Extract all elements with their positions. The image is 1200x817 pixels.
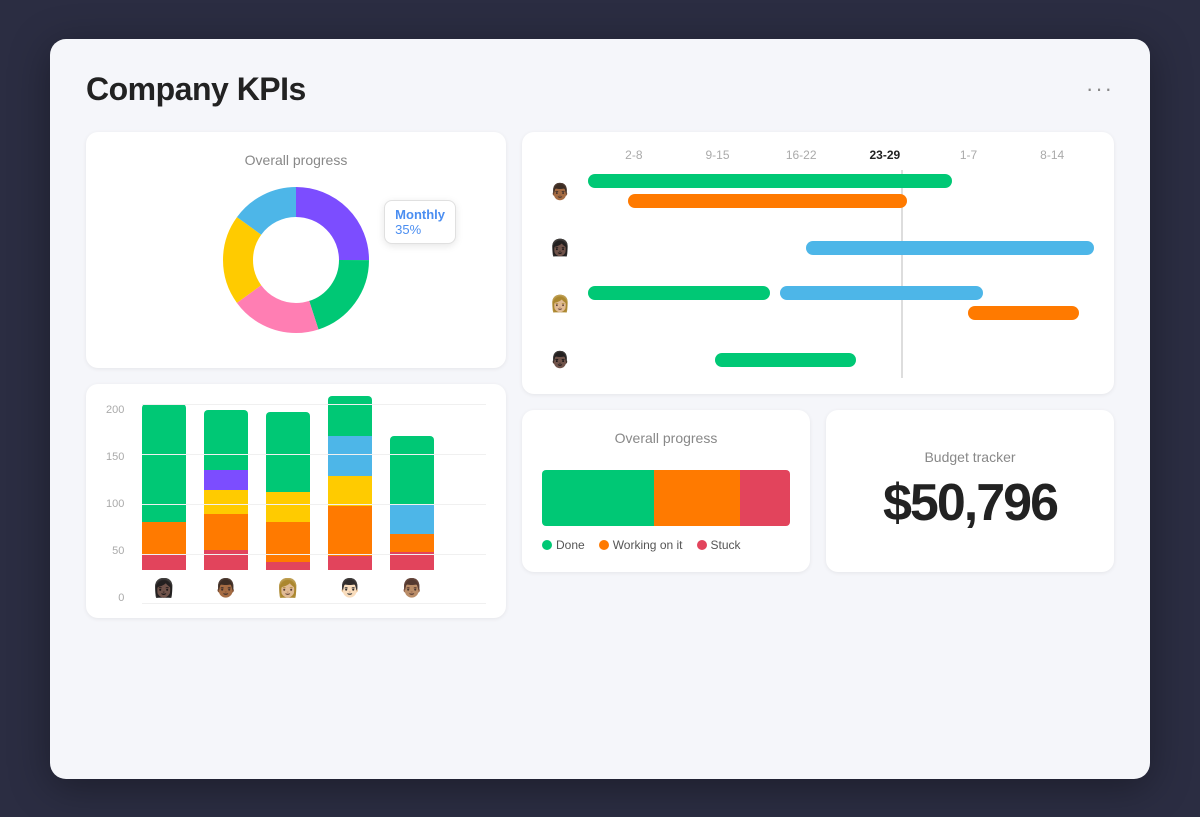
working-dot [599, 540, 609, 550]
dashboard-frame: Company KPIs ··· Overall progress [50, 39, 1150, 779]
avatar: 👨🏻 [335, 574, 365, 604]
legend-item-working: Working on it [599, 538, 683, 552]
bar-stack [204, 410, 248, 570]
y-axis: 200 150 100 50 0 [106, 404, 130, 604]
bar-stack [390, 436, 434, 570]
bar-group: 👩🏼 [266, 412, 310, 604]
budget-card: Budget tracker $50,796 [826, 410, 1114, 572]
bottom-grid: Overall progress Done Working o [522, 410, 1114, 572]
legend-item-stuck: Stuck [697, 538, 741, 552]
bar-stack [266, 412, 310, 570]
bar-stack [328, 396, 372, 570]
gantt-avatar: 👩🏼 [542, 286, 578, 322]
main-grid: Overall progress [86, 132, 1114, 634]
bar-group: 👩🏿 [142, 404, 186, 604]
bar-group: 👨🏽 [390, 436, 434, 604]
gantt-avatar: 👩🏿 [542, 230, 578, 266]
progress-title: Overall progress [542, 430, 790, 446]
avatar: 👨🏾 [211, 574, 241, 604]
progress-card: Overall progress Done Working o [522, 410, 810, 572]
donut-title: Overall progress [245, 152, 348, 168]
gantt-row: 👨🏾 [542, 170, 1094, 214]
budget-value: $50,796 [883, 473, 1057, 533]
stuck-dot [697, 540, 707, 550]
gantt-card: 2-8 9-15 16-22 23-29 1-7 8-14 👨🏾 [522, 132, 1114, 394]
tooltip-value: 35% [395, 222, 445, 237]
donut-card: Overall progress [86, 132, 506, 368]
avatar: 👩🏼 [273, 574, 303, 604]
legend-item-done: Done [542, 538, 585, 552]
tooltip-label: Monthly [395, 207, 445, 222]
bar-chart-card: 200 150 100 50 0 [86, 384, 506, 618]
bar-stack [142, 404, 186, 570]
gantt-row: 👩🏿 [542, 230, 1094, 266]
gantt-avatar: 👨🏿 [542, 342, 578, 378]
legend: Done Working on it Stuck [542, 538, 790, 552]
avatar: 👩🏿 [149, 574, 179, 604]
more-options-button[interactable]: ··· [1086, 76, 1114, 102]
bar-chart-area: 200 150 100 50 0 [106, 404, 486, 604]
donut-tooltip: Monthly 35% [384, 200, 456, 244]
donut-chart: Monthly 35% [216, 180, 376, 340]
done-dot [542, 540, 552, 550]
gantt-avatar: 👨🏾 [542, 174, 578, 210]
bar-group: 👨🏻 [328, 396, 372, 604]
gantt-row: 👩🏼 [542, 282, 1094, 326]
budget-title: Budget tracker [924, 449, 1015, 465]
gantt-header: 2-8 9-15 16-22 23-29 1-7 8-14 [542, 148, 1094, 162]
avatar: 👨🏽 [397, 574, 427, 604]
working-label: Working on it [613, 538, 683, 552]
done-label: Done [556, 538, 585, 552]
gantt-rows: 👨🏾 👩🏿 [542, 170, 1094, 378]
header: Company KPIs ··· [86, 71, 1114, 108]
page-title: Company KPIs [86, 71, 306, 108]
gantt-row: 👨🏿 [542, 342, 1094, 378]
stacked-bar [542, 470, 790, 526]
bar-group: 👨🏾 [204, 410, 248, 604]
stuck-label: Stuck [711, 538, 741, 552]
